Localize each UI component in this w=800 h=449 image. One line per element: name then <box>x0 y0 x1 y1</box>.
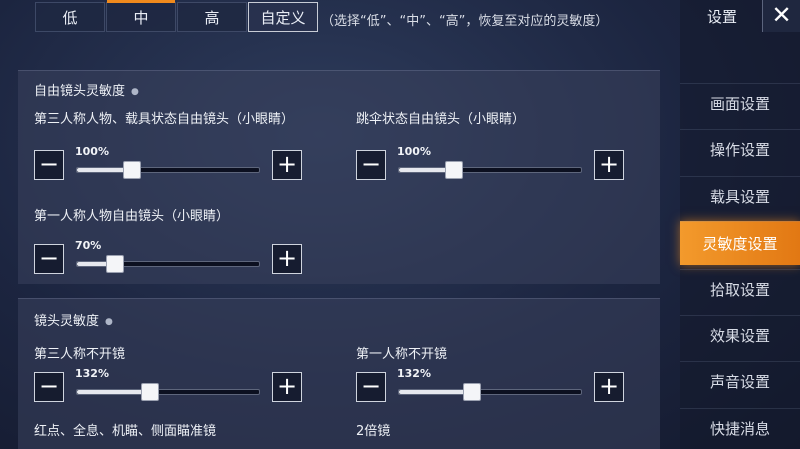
slider-value: 100% <box>75 145 109 158</box>
plus-button[interactable]: + <box>594 372 624 402</box>
parachute-free-look-label: 跳伞状态自由镜头（小眼睛） <box>356 112 526 127</box>
slider-value: 100% <box>397 145 431 158</box>
reddot-holo-label: 红点、全息、机瞄、侧面瞄准镜 <box>34 424 217 439</box>
menu-item-vehicle[interactable]: 载具设置 <box>680 176 800 216</box>
minus-button[interactable]: − <box>34 244 64 274</box>
slider-value: 132% <box>397 367 431 380</box>
parachute-free-look-slider: − 100% + <box>356 145 626 185</box>
preset-custom-button[interactable]: 自定义 <box>248 2 318 32</box>
first-person-free-look-label: 第一人称人物自由镜头（小眼睛） <box>34 209 230 224</box>
close-button[interactable]: ✕ <box>762 0 800 32</box>
minus-button[interactable]: − <box>356 150 386 180</box>
plus-button[interactable]: + <box>594 150 624 180</box>
slider-value: 70% <box>75 239 102 252</box>
preset-custom-label: 自定义 <box>260 8 306 27</box>
slider-track[interactable] <box>398 161 582 179</box>
scope-2x-label: 2倍镜 <box>356 424 391 439</box>
sensitivity-preset-bar: 低 中 高 自定义 （选择“低”、“中”、“高”，恢复至对应的灵敏度） <box>0 0 680 44</box>
minus-button[interactable]: − <box>34 372 64 402</box>
first-person-noscope-slider: − 132% + <box>356 367 626 407</box>
slider-fill <box>399 390 472 394</box>
slider-thumb[interactable] <box>106 255 125 273</box>
slider-track[interactable] <box>76 255 260 273</box>
plus-button[interactable]: + <box>272 150 302 180</box>
preset-medium-button[interactable]: 中 <box>106 0 176 32</box>
menu-item-graphics[interactable]: 画面设置 <box>680 83 800 123</box>
minus-button[interactable]: − <box>34 150 64 180</box>
preset-accent-bar <box>107 0 175 3</box>
free-look-title: 自由镜头灵敏度 ● <box>34 80 139 99</box>
menu-item-audio[interactable]: 声音设置 <box>680 361 800 401</box>
menu-item-effects[interactable]: 效果设置 <box>680 315 800 355</box>
slider-track[interactable] <box>76 383 260 401</box>
preset-high-label: 高 <box>204 8 220 27</box>
third-person-free-look-label: 第三人称人物、载具状态自由镜头（小眼睛） <box>34 112 295 127</box>
slider-thumb[interactable] <box>140 383 159 401</box>
settings-title: 设置 <box>707 8 738 26</box>
plus-button[interactable]: + <box>272 244 302 274</box>
free-look-title-text: 自由镜头灵敏度 <box>34 84 126 99</box>
preset-high-button[interactable]: 高 <box>177 2 247 32</box>
slider-value: 132% <box>75 367 109 380</box>
third-person-free-look-slider: − 100% + <box>34 145 304 185</box>
menu-item-sensitivity[interactable]: 灵敏度设置 <box>680 221 800 265</box>
third-person-noscope-slider: − 132% + <box>34 367 304 407</box>
menu-item-controls[interactable]: 操作设置 <box>680 129 800 169</box>
preset-medium-label: 中 <box>133 8 149 27</box>
camera-title: 镜头灵敏度 ● <box>34 310 113 329</box>
camera-title-text: 镜头灵敏度 <box>34 314 100 329</box>
minus-button[interactable]: − <box>356 372 386 402</box>
third-person-noscope-label: 第三人称不开镜 <box>34 347 126 362</box>
free-look-panel: 自由镜头灵敏度 ● 第三人称人物、载具状态自由镜头（小眼睛） − 100% + 跳… <box>18 70 660 284</box>
preset-hint-text: （选择“低”、“中”、“高”，恢复至对应的灵敏度） <box>321 14 609 29</box>
first-person-free-look-slider: − 70% + <box>34 239 304 279</box>
first-person-noscope-label: 第一人称不开镜 <box>356 347 448 362</box>
slider-track[interactable] <box>76 161 260 179</box>
slider-track[interactable] <box>398 383 582 401</box>
preset-low-button[interactable]: 低 <box>35 2 105 32</box>
menu-item-pickup[interactable]: 拾取设置 <box>680 269 800 309</box>
preset-low-label: 低 <box>62 8 78 27</box>
slider-thumb[interactable] <box>122 161 141 179</box>
slider-thumb[interactable] <box>462 383 481 401</box>
slider-thumb[interactable] <box>444 161 463 179</box>
plus-button[interactable]: + <box>272 372 302 402</box>
info-dot-icon: ● <box>131 86 139 97</box>
menu-item-quick-chat[interactable]: 快捷消息 <box>680 408 800 448</box>
camera-panel: 镜头灵敏度 ● 第三人称不开镜 − 132% + 第一人称不开镜 − 132% +… <box>18 298 660 449</box>
info-dot-icon: ● <box>105 316 113 327</box>
slider-fill <box>77 390 150 394</box>
